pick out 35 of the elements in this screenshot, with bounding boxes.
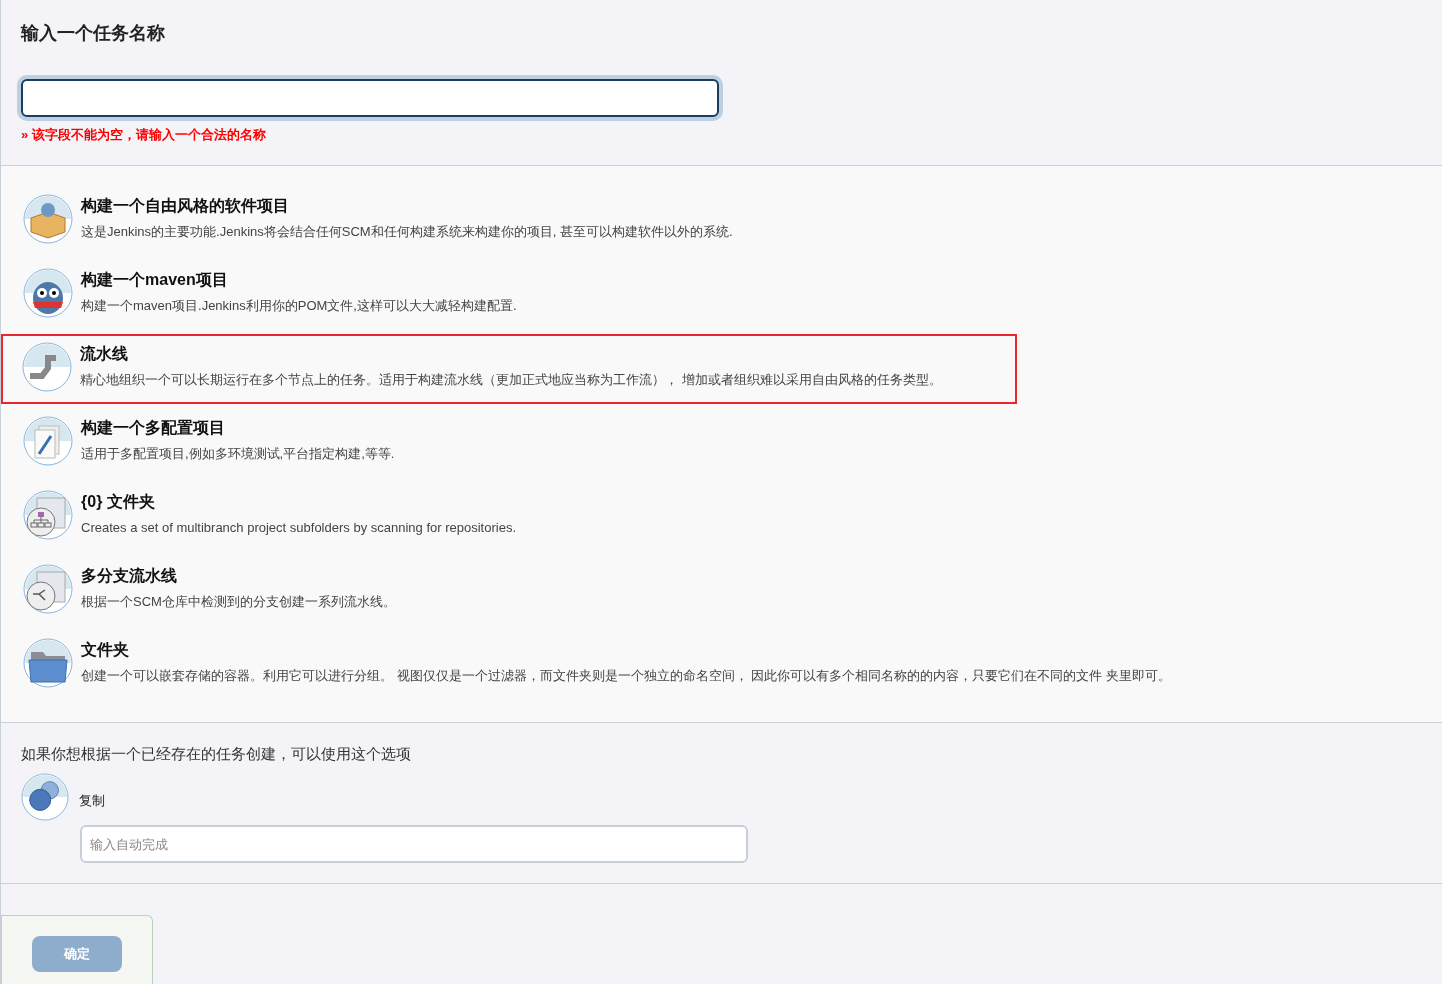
job-type-description: 创建一个可以嵌套存储的容器。利用它可以进行分组。 视图仅仅是一个过滤器，而文件夹则是一个独立的命名空间， 因此你可以有多个相同名称的的内容，只要它们在不同的文件 夹里即可。: [81, 666, 1171, 685]
section-heading: 输入一个任务名称: [21, 22, 166, 45]
tools-document-icon: [23, 415, 73, 466]
job-type-description: 精心地组织一个可以长期运行在多个节点上的任务。适用于构建流水线（更加正式地应当称为工作流）， 增加或者组织难以采用自由风格的任务类型。: [80, 370, 942, 389]
job-type-title: 多分支流水线: [81, 565, 178, 586]
job-type-option[interactable]: 构建一个自由风格的软件项目 这是Jenkins的主要功能.Jenkins将会结合任何SCM和任何构建系统来构建你的项目, 甚至可以构建软件以外的系统.: [1, 185, 1017, 256]
copy-from-field[interactable]: 输入自动完成: [80, 825, 748, 863]
job-type-option[interactable]: 文件夹 创建一个可以嵌套存储的容器。利用它可以进行分组。 视图仅仅是一个过滤器，而文件夹则是一个独立的命名空间， 因此你可以有多个相同名称的的内容，只要它们在不同的文件 夹里即可。: [1, 629, 1181, 700]
job-type-option[interactable]: 构建一个maven项目 构建一个maven项目.Jenkins利用你的POM文件,这样可以大大减轻构建配置.: [1, 259, 1017, 330]
job-type-description: 构建一个maven项目.Jenkins利用你的POM文件,这样可以大大减轻构建配置.: [81, 296, 517, 315]
job-type-description: 适用于多配置项目,例如多环境测试,平台指定构建,等等.: [81, 444, 395, 463]
copy-label: 复制: [79, 792, 105, 811]
job-type-title: 文件夹: [81, 639, 130, 660]
job-type-description: Creates a set of multibranch project subfolders by scanning for repositories.: [81, 518, 516, 537]
copy-hint: 如果你想根据一个已经存在的任务创建，可以使用这个选项: [21, 743, 412, 764]
spheres-icon: [21, 773, 69, 821]
job-type-title: 构建一个自由风格的软件项目: [81, 195, 290, 216]
job-type-title: 构建一个多配置项目: [81, 417, 226, 438]
item-name-field[interactable]: [21, 79, 719, 117]
pipe-icon: [22, 341, 72, 392]
job-type-option[interactable]: 流水线 精心地组织一个可以长期运行在多个节点上的任务。适用于构建流水线（更加正式地应当称为工作流）， 增加或者组织难以采用自由风格的任务类型。: [1, 333, 1017, 404]
job-type-option[interactable]: {0} 文件夹 Creates a set of multibranch project subfolders by scanning for repositories.: [1, 481, 1017, 552]
folder-branch-icon: [23, 563, 73, 614]
error-message: » 该字段不能为空，请输入一个合法的名称: [21, 126, 267, 144]
job-type-option[interactable]: 构建一个多配置项目 适用于多配置项目,例如多环境测试,平台指定构建,等等.: [1, 407, 1017, 478]
job-type-title: 流水线: [80, 343, 129, 364]
job-type-title: {0} 文件夹: [81, 491, 156, 512]
folder-icon: [23, 637, 73, 688]
owl-icon: [23, 267, 73, 318]
job-type-option[interactable]: 多分支流水线 根据一个SCM仓库中检测到的分支创建一系列流水线。: [1, 555, 1017, 626]
job-type-description: 根据一个SCM仓库中检测到的分支创建一系列流水线。: [81, 592, 396, 611]
job-type-title: 构建一个maven项目: [81, 269, 229, 290]
job-type-description: 这是Jenkins的主要功能.Jenkins将会结合任何SCM和任何构建系统来构建你的项目, 甚至可以构建软件以外的系统.: [81, 222, 733, 241]
box-icon: [23, 193, 73, 244]
folder-hierarchy-icon: [23, 489, 73, 540]
